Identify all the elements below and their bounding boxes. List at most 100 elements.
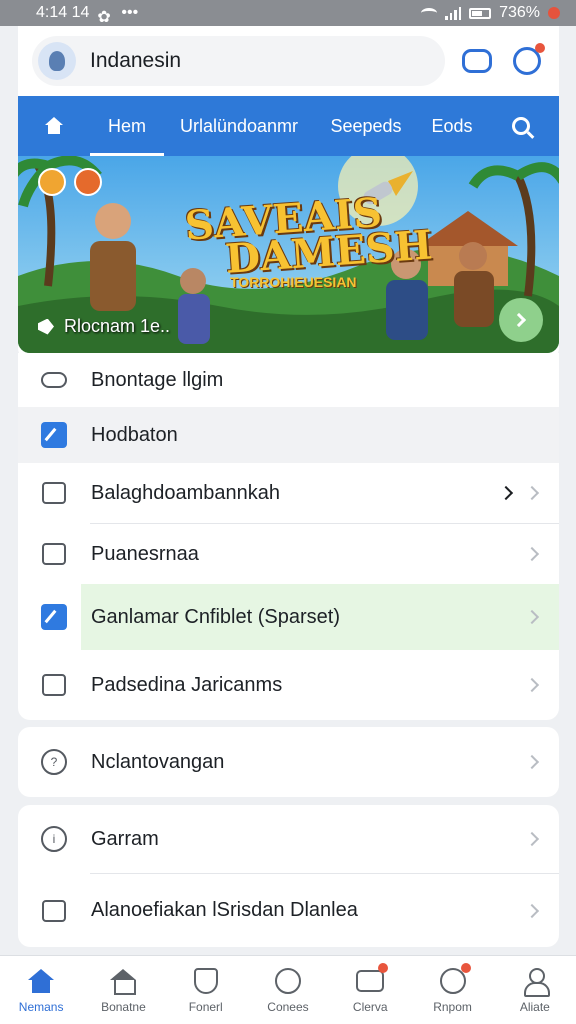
- menu-item-balaghdoambannkah[interactable]: Balaghdoambannkah: [18, 463, 559, 523]
- nav-item-rnpom[interactable]: Rnpom: [411, 956, 493, 1024]
- tab-home-icon[interactable]: [18, 96, 90, 156]
- chevron-right-icon: [524, 485, 540, 501]
- search-text: Indanesin: [90, 49, 182, 72]
- search-row: Indanesin: [18, 26, 559, 96]
- menu-group-2: ? Nclantovangan: [18, 727, 559, 797]
- chevron-right-icon: [524, 677, 540, 693]
- banner-title: SAVEAIS DAMESH: [183, 188, 434, 283]
- menu-item-label: Padsedina Jaricanms: [91, 673, 283, 696]
- nav-item-clerva[interactable]: Clerva: [329, 956, 411, 1024]
- tab-label: Urlalündoanmr: [179, 115, 299, 136]
- menu-group-1: Bnontage llgim Hodbaton Balaghdoambannka…: [18, 353, 559, 720]
- nav-item-aliate[interactable]: Aliate: [494, 956, 576, 1024]
- nav-item-fonerl[interactable]: Fonerl: [165, 956, 247, 1024]
- tab-hem[interactable]: Hem: [90, 96, 164, 156]
- menu-item-alanoefiakan[interactable]: Alanoefiakan lSrisdan Dlanlea: [18, 874, 559, 947]
- tab-label: Hem: [107, 115, 146, 136]
- nav-label: Clerva: [352, 1000, 388, 1014]
- notifications-icon[interactable]: [509, 43, 545, 79]
- chevron-right-icon: [498, 485, 514, 501]
- tab-label: Seepeds: [330, 115, 402, 136]
- chevron-right-icon: [524, 903, 540, 918]
- info-icon: i: [40, 825, 68, 853]
- status-time: 4:14 14: [36, 4, 90, 21]
- badge-icon: [38, 168, 66, 196]
- dice-icon: [40, 671, 68, 699]
- nav-label: Bonatne: [101, 1000, 146, 1014]
- nav-item-nemans[interactable]: Nemans: [0, 956, 82, 1024]
- menu-group-3: i Garram Alanoefiakan lSrisdan Dlanlea: [18, 805, 559, 947]
- menu-item-puanesrnaa[interactable]: Puanesrnaa: [18, 524, 559, 584]
- app-logo-icon: [38, 42, 76, 80]
- menu-item-padsedina[interactable]: Padsedina Jaricanms: [18, 652, 559, 718]
- tab-label: Eods: [431, 115, 473, 136]
- tab-urlalundoanmr[interactable]: Urlalündoanmr: [164, 96, 314, 156]
- search-bar[interactable]: Indanesin: [32, 36, 445, 86]
- notification-dot: [460, 963, 471, 973]
- record-indicator-icon: [548, 7, 560, 19]
- wifi-icon: [421, 8, 438, 18]
- menu-item-ganlamar[interactable]: Ganlamar Cnfiblet (Sparset): [18, 584, 559, 650]
- banner-next-button[interactable]: [499, 298, 543, 342]
- battery-icon: [469, 7, 492, 19]
- gamepad-icon: [40, 366, 68, 394]
- notification-dot: [535, 43, 545, 53]
- badge-icon: [74, 168, 102, 196]
- menu-item-hodbaton[interactable]: Hodbaton: [18, 407, 559, 463]
- calendar-icon: [40, 897, 68, 925]
- menu-item-label: Hodbaton: [91, 423, 178, 446]
- signal-icon: [445, 6, 462, 20]
- tab-bar: Hem Urlalündoanmr Seepeds Eods: [18, 96, 559, 156]
- message-icon: [355, 963, 389, 996]
- battery-level: 736%: [499, 4, 540, 21]
- tab-search[interactable]: [486, 96, 556, 156]
- chevron-right-icon: [524, 754, 540, 770]
- chevron-right-icon: [524, 831, 540, 847]
- menu-item-bnontage[interactable]: Bnontage llgim: [18, 353, 559, 407]
- status-bar: 4:14 14 ✿ ••• 736%: [0, 0, 576, 26]
- tab-eods[interactable]: Eods: [418, 96, 486, 156]
- profile-icon: [520, 966, 550, 997]
- edit-icon: [40, 603, 68, 631]
- menu-item-label: Alanoefiakan lSrisdan Dlanlea: [91, 899, 358, 921]
- home-icon: [26, 966, 56, 996]
- menu-item-garram[interactable]: i Garram: [18, 805, 559, 873]
- menu-item-label: Nclantovangan: [91, 750, 225, 773]
- menu-item-label: Puanesrnaa: [91, 542, 199, 565]
- nav-label: Aliate: [519, 1000, 550, 1014]
- menu-item-label: Bnontage llgim: [91, 368, 224, 391]
- chat-bubble-icon: [273, 966, 303, 996]
- edit-icon: [40, 421, 68, 449]
- more-dots-icon: •••: [121, 4, 139, 21]
- bottom-navigation: Nemans Bonatne Fonerl Conees Clerva Rnpo…: [0, 955, 576, 1024]
- gamepad-icon[interactable]: [459, 43, 495, 79]
- banner-caption: Rlocnam 1e..: [38, 316, 170, 337]
- list-icon: [40, 540, 68, 568]
- menu-item-nclantovangan[interactable]: ? Nclantovangan: [18, 727, 559, 797]
- nav-label: Nemans: [18, 1000, 64, 1014]
- nav-item-bonatne[interactable]: Bonatne: [82, 956, 164, 1024]
- refresh-icon: [438, 963, 471, 996]
- nav-label: Rnpom: [433, 1000, 472, 1014]
- play-icon: [38, 318, 54, 335]
- menu-item-label: Garram: [91, 827, 159, 850]
- nav-label: Conees: [267, 1000, 309, 1014]
- help-icon: ?: [40, 748, 68, 776]
- chevron-right-icon: [524, 546, 540, 562]
- notification-dot: [378, 963, 389, 973]
- chevron-right-icon: [524, 609, 540, 625]
- tab-seepeds[interactable]: Seepeds: [314, 96, 418, 156]
- header-card: Indanesin Hem Urlalündoanmr Seepeds Eods: [18, 26, 559, 360]
- shield-icon: [191, 966, 221, 996]
- promo-banner[interactable]: SAVEAIS DAMESH TORROHIEUESIAN Rlocnam 1e…: [18, 156, 559, 353]
- notification-icon: ✿: [97, 9, 111, 26]
- nav-item-conees[interactable]: Conees: [247, 956, 329, 1024]
- search-icon: [512, 117, 530, 135]
- menu-item-label: Ganlamar Cnfiblet (Sparset): [91, 605, 340, 628]
- nav-label: Fonerl: [188, 1000, 223, 1014]
- home-outline-icon: [108, 966, 138, 996]
- home-icon: [44, 117, 64, 135]
- banner-subtitle: TORROHIEUESIAN: [230, 274, 357, 290]
- pencil-icon: [40, 479, 68, 507]
- menu-item-label: Balaghdoambannkah: [91, 481, 281, 504]
